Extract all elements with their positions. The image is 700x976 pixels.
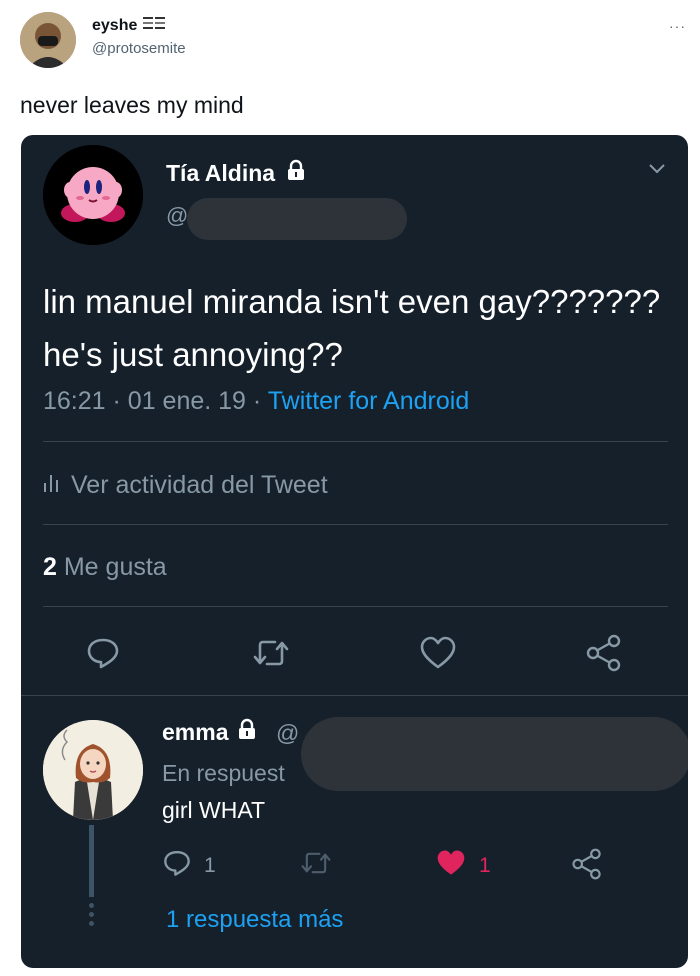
- flag-icon: [143, 16, 166, 35]
- divider: [43, 441, 668, 442]
- reply-reply-action: 1: [162, 848, 216, 884]
- reply-count: 1: [204, 854, 216, 877]
- tweet-time: 16:21: [43, 387, 106, 415]
- lock-icon: [285, 159, 307, 187]
- reply-author-handle: @: [276, 720, 300, 746]
- share-icon: [584, 633, 624, 673]
- likes-count: 2: [43, 553, 57, 581]
- reply-like-action: 1: [435, 848, 491, 884]
- reply-redaction: [301, 717, 688, 791]
- divider: [21, 695, 688, 696]
- share-icon: [571, 848, 603, 886]
- activity-chart-icon: [43, 471, 61, 500]
- tweet-meta: 16:21 · 01 ene. 19 · Twitter for Android: [43, 387, 470, 415]
- like-icon: [418, 633, 458, 673]
- reply-like-count: 1: [479, 854, 491, 877]
- divider: [43, 606, 668, 607]
- lock-icon: [236, 718, 258, 746]
- likes-summary: 2 Me gusta: [43, 553, 167, 582]
- outer-handle[interactable]: @protosemite: [92, 40, 186, 57]
- likes-label: Me gusta: [63, 553, 167, 581]
- divider: [43, 524, 668, 525]
- thread-dots: [89, 903, 94, 930]
- like-icon: [435, 848, 467, 884]
- author-avatar: [43, 145, 143, 245]
- more-replies-link: 1 respuesta más: [166, 906, 344, 933]
- activity-label: Ver actividad del Tweet: [71, 471, 328, 499]
- reply-author-name: emma: [162, 718, 258, 746]
- tweet-source: Twitter for Android: [267, 387, 470, 415]
- reply-name-text: emma: [162, 718, 229, 745]
- reply-icon: [162, 848, 192, 884]
- reply-text: girl WHAT: [162, 797, 266, 823]
- outer-display-name[interactable]: eyshe: [92, 16, 166, 35]
- tweet-activity-link: Ver actividad del Tweet: [43, 471, 328, 500]
- reply-retweet-action: [299, 848, 333, 884]
- outer-avatar[interactable]: [20, 12, 76, 68]
- author-name: Tía Aldina: [166, 159, 307, 187]
- tweet-actions: [21, 633, 688, 673]
- reply-actions: 1 1: [21, 848, 688, 882]
- reply-share-action: [571, 848, 603, 886]
- chevron-down-icon: [648, 159, 666, 177]
- reply-author-avatar: [43, 720, 143, 820]
- retweet-icon: [251, 633, 291, 673]
- retweet-icon: [299, 848, 333, 884]
- outer-tweet-text: never leaves my mind: [20, 92, 244, 118]
- reply-icon: [83, 633, 123, 673]
- reply-to-label: En respuest: [162, 760, 285, 786]
- outer-name-text: eyshe: [92, 16, 138, 34]
- embedded-tweet-screenshot[interactable]: Tía Aldina @ lin manuel miranda isn't ev…: [21, 135, 688, 968]
- tweet-date: 01 ene. 19: [127, 387, 246, 415]
- handle-redaction: [187, 198, 407, 240]
- tweet-text: lin manuel miranda isn't even gay???????…: [43, 283, 661, 373]
- more-options-icon[interactable]: ···: [669, 18, 686, 34]
- author-name-text: Tía Aldina: [166, 159, 276, 186]
- author-handle: @: [166, 203, 189, 228]
